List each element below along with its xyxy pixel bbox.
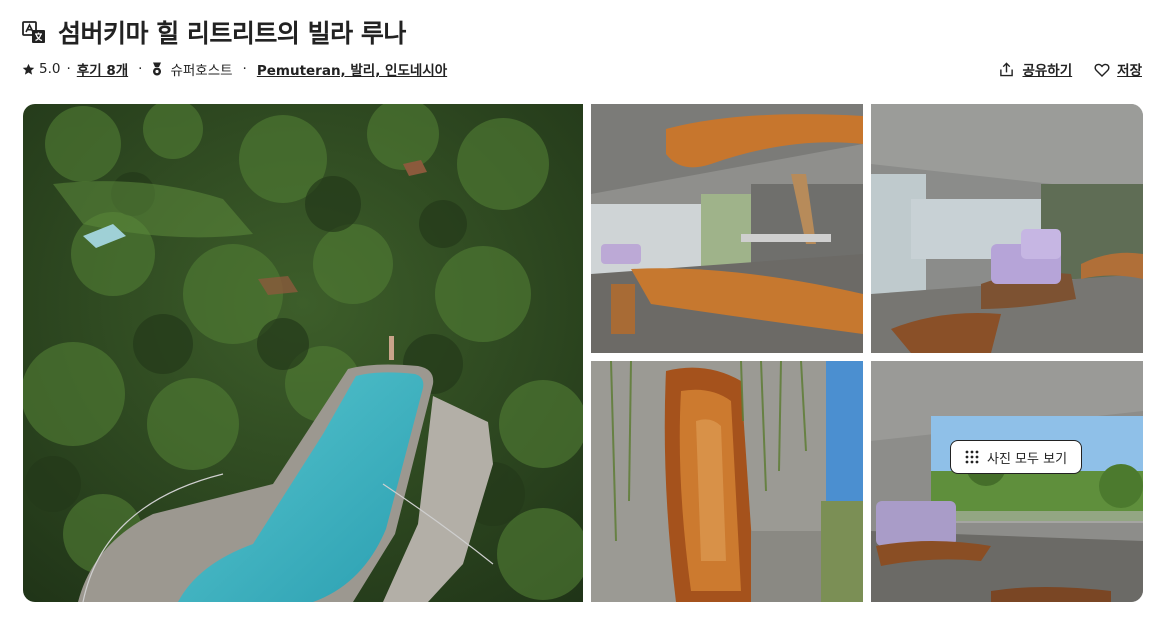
photo-interior-bedroom[interactable] xyxy=(871,104,1143,353)
location-link[interactable]: Pemuteran, 발리, 인도네시아 xyxy=(257,59,447,79)
separator-dot: · xyxy=(138,61,143,77)
reviews-link[interactable]: 후기 8개 xyxy=(77,59,128,79)
superhost-icon xyxy=(152,62,162,76)
share-label: 공유하기 xyxy=(1022,63,1073,79)
listing-actions: 공유하기 저장 xyxy=(999,59,1142,79)
separator-dot: · xyxy=(66,61,71,77)
photo-interior-living-room[interactable] xyxy=(591,104,863,353)
translate-icon[interactable] xyxy=(22,20,46,44)
listing-title: 섬버키마 힐 리트리트의 빌라 루나 xyxy=(58,19,406,48)
listing-meta-row: 5.0 · 후기 8개 · 슈퍼호스트 · Pemuteran, 발리, 인도네… xyxy=(22,58,1142,80)
main-photo-aerial-pool[interactable] xyxy=(23,104,583,602)
separator-dot: · xyxy=(242,61,247,77)
superhost-label: 슈퍼호스트 xyxy=(170,63,233,79)
share-button[interactable]: 공유하기 xyxy=(999,59,1072,79)
heart-icon xyxy=(1094,62,1110,77)
photo-gallery xyxy=(23,104,1143,602)
share-icon xyxy=(999,61,1014,77)
show-all-photos-button[interactable]: 사진 모두 보기 xyxy=(950,440,1083,474)
photo-view-outdoor[interactable] xyxy=(871,361,1143,602)
grid-dots-icon xyxy=(965,450,979,464)
save-label: 저장 xyxy=(1117,63,1142,79)
listing-summary: 5.0 · 후기 8개 · 슈퍼호스트 · Pemuteran, 발리, 인도네… xyxy=(22,59,447,79)
save-button[interactable]: 저장 xyxy=(1094,59,1142,79)
title-row: 섬버키마 힐 리트리트의 빌라 루나 xyxy=(22,14,406,50)
photo-wood-wall-plants[interactable] xyxy=(591,361,863,602)
show-all-photos-label: 사진 모두 보기 xyxy=(987,451,1068,467)
star-icon xyxy=(22,63,35,76)
rating-value: 5.0 xyxy=(39,61,61,77)
